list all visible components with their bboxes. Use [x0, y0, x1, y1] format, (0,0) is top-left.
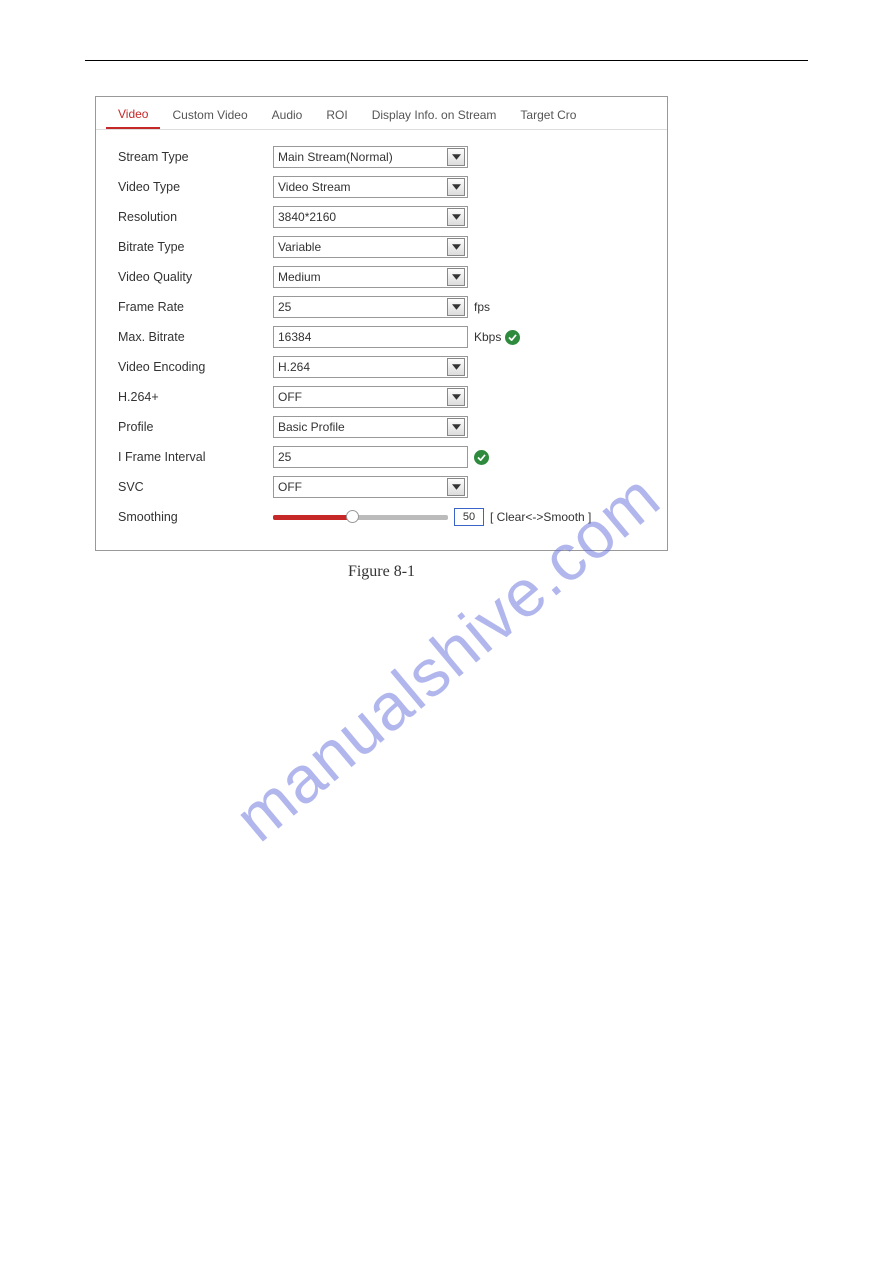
label-profile: Profile: [118, 420, 273, 434]
video-settings-panel: VideoCustom VideoAudioROIDisplay Info. o…: [95, 96, 668, 551]
slider-thumb[interactable]: [346, 510, 359, 523]
row-max-bitrate: Max. Bitrate 16384 Kbps: [118, 322, 645, 352]
value-video-encoding: H.264: [278, 360, 310, 374]
input-max-bitrate[interactable]: 16384: [273, 326, 468, 348]
label-resolution: Resolution: [118, 210, 273, 224]
value-i-frame: 25: [278, 450, 291, 464]
label-video-quality: Video Quality: [118, 270, 273, 284]
value-bitrate-type: Variable: [278, 240, 321, 254]
row-video-encoding: Video Encoding H.264: [118, 352, 645, 382]
row-svc: SVC OFF: [118, 472, 645, 502]
chevron-down-icon[interactable]: [447, 178, 465, 196]
row-video-type: Video Type Video Stream: [118, 172, 645, 202]
label-max-bitrate: Max. Bitrate: [118, 330, 273, 344]
chevron-down-icon[interactable]: [447, 148, 465, 166]
slider-smoothing-wrap: 50 [ Clear<->Smooth ]: [273, 508, 591, 526]
tab-custom-video[interactable]: Custom Video: [160, 104, 259, 128]
select-svc[interactable]: OFF: [273, 476, 468, 498]
select-h264plus[interactable]: OFF: [273, 386, 468, 408]
select-resolution[interactable]: 3840*2160: [273, 206, 468, 228]
select-stream-type[interactable]: Main Stream(Normal): [273, 146, 468, 168]
tab-roi[interactable]: ROI: [314, 104, 359, 128]
chevron-down-icon[interactable]: [447, 388, 465, 406]
row-frame-rate: Frame Rate 25 fps: [118, 292, 645, 322]
chevron-down-icon[interactable]: [447, 358, 465, 376]
value-max-bitrate: 16384: [278, 330, 311, 344]
unit-text: Kbps: [474, 330, 501, 344]
figure-caption: Figure 8-1: [95, 563, 668, 581]
row-resolution: Resolution 3840*2160: [118, 202, 645, 232]
label-i-frame: I Frame Interval: [118, 450, 273, 464]
row-video-quality: Video Quality Medium: [118, 262, 645, 292]
select-bitrate-type[interactable]: Variable: [273, 236, 468, 258]
select-video-encoding[interactable]: H.264: [273, 356, 468, 378]
tab-audio[interactable]: Audio: [260, 104, 315, 128]
unit-text: fps: [474, 300, 490, 314]
label-stream-type: Stream Type: [118, 150, 273, 164]
slider-smoothing[interactable]: [273, 515, 448, 520]
slider-hint: [ Clear<->Smooth ]: [490, 510, 591, 524]
page-top-rule: [85, 60, 808, 61]
input-i-frame[interactable]: 25: [273, 446, 468, 468]
row-smoothing: Smoothing 50 [ Clear<->Smooth ]: [118, 502, 645, 532]
value-video-quality: Medium: [278, 270, 321, 284]
value-resolution: 3840*2160: [278, 210, 336, 224]
tab-display-info-on-stream[interactable]: Display Info. on Stream: [360, 104, 509, 128]
label-smoothing: Smoothing: [118, 510, 273, 524]
row-i-frame: I Frame Interval 25: [118, 442, 645, 472]
select-frame-rate[interactable]: 25: [273, 296, 468, 318]
slider-value-input[interactable]: 50: [454, 508, 484, 526]
chevron-down-icon[interactable]: [447, 238, 465, 256]
label-frame-rate: Frame Rate: [118, 300, 273, 314]
label-bitrate-type: Bitrate Type: [118, 240, 273, 254]
label-h264plus: H.264+: [118, 390, 273, 404]
label-video-encoding: Video Encoding: [118, 360, 273, 374]
select-video-type[interactable]: Video Stream: [273, 176, 468, 198]
row-profile: Profile Basic Profile: [118, 412, 645, 442]
select-video-quality[interactable]: Medium: [273, 266, 468, 288]
chevron-down-icon[interactable]: [447, 418, 465, 436]
suffix-i-frame: [474, 450, 489, 465]
suffix-frame-rate: fps: [474, 300, 490, 314]
select-profile[interactable]: Basic Profile: [273, 416, 468, 438]
row-bitrate-type: Bitrate Type Variable: [118, 232, 645, 262]
video-settings-form: Stream Type Main Stream(Normal) Video Type…: [96, 130, 667, 550]
value-stream-type: Main Stream(Normal): [278, 150, 393, 164]
label-video-type: Video Type: [118, 180, 273, 194]
tab-video[interactable]: Video: [106, 103, 160, 129]
check-icon: [474, 450, 489, 465]
chevron-down-icon[interactable]: [447, 208, 465, 226]
label-svc: SVC: [118, 480, 273, 494]
row-h264plus: H.264+ OFF: [118, 382, 645, 412]
chevron-down-icon[interactable]: [447, 268, 465, 286]
suffix-max-bitrate: Kbps: [474, 330, 520, 345]
check-icon: [505, 330, 520, 345]
value-h264plus: OFF: [278, 390, 302, 404]
value-frame-rate: 25: [278, 300, 291, 314]
value-svc: OFF: [278, 480, 302, 494]
value-profile: Basic Profile: [278, 420, 345, 434]
chevron-down-icon[interactable]: [447, 478, 465, 496]
chevron-down-icon[interactable]: [447, 298, 465, 316]
tab-bar: VideoCustom VideoAudioROIDisplay Info. o…: [96, 97, 667, 130]
value-video-type: Video Stream: [278, 180, 351, 194]
row-stream-type: Stream Type Main Stream(Normal): [118, 142, 645, 172]
tab-target-cro[interactable]: Target Cro: [508, 104, 588, 128]
